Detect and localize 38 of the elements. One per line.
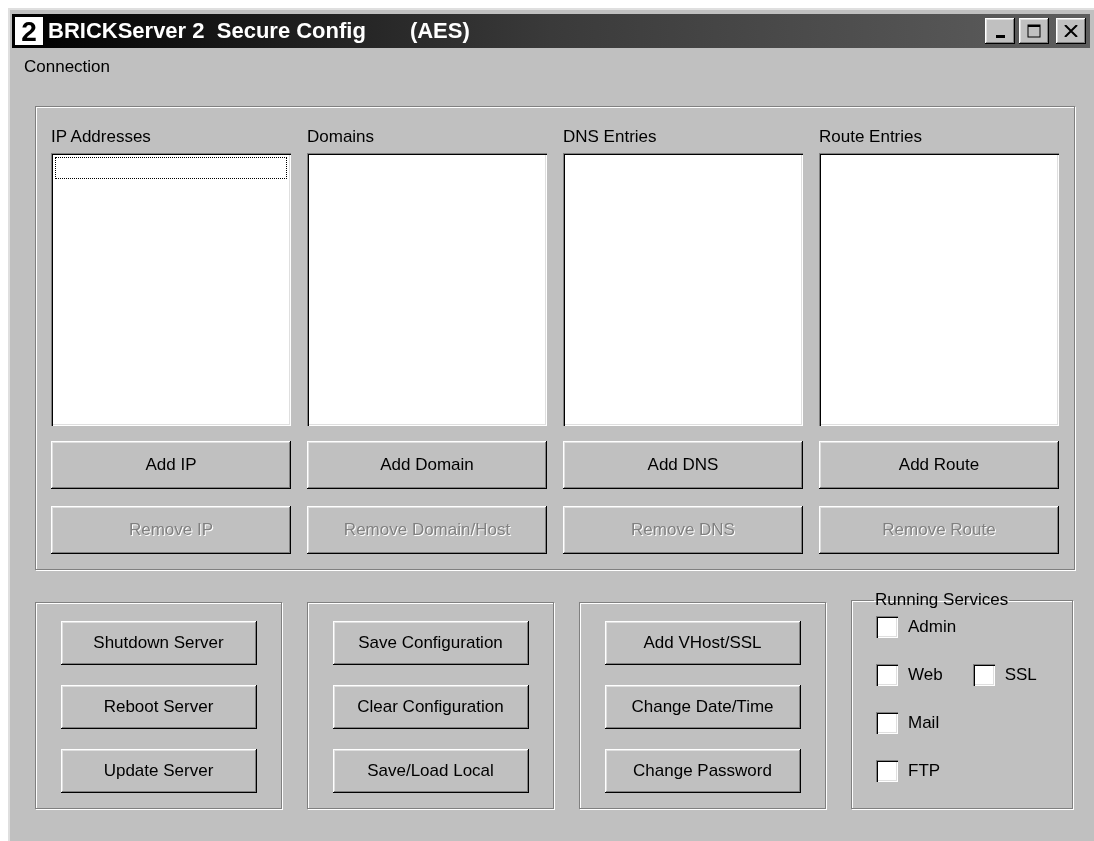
checkbox-label: Mail [908,713,940,733]
add-button[interactable]: Add IP [51,441,291,489]
close-button[interactable] [1056,18,1086,44]
checkbox[interactable] [876,760,898,782]
action-button[interactable]: Reboot Server [60,685,257,729]
checkbox-label: FTP [908,761,941,781]
close-icon [1064,25,1078,37]
list-label: IP Addresses [51,126,152,148]
action-button[interactable]: Shutdown Server [60,621,257,665]
action-button[interactable]: Change Password [604,749,801,793]
maximize-icon [1027,24,1041,38]
minimize-icon [995,34,1005,38]
action-button[interactable]: Change Date/Time [604,685,801,729]
checkbox-label: Web [908,665,943,685]
checkbox-label: Admin [908,617,957,637]
menu-item[interactable]: Connection [24,57,110,77]
action-button[interactable]: Update Server [60,749,257,793]
action-button[interactable]: Clear Configuration [332,685,529,729]
action-button[interactable]: Add VHost/SSL [604,621,801,665]
list-label: Domains [307,126,376,148]
checkbox[interactable] [972,664,995,686]
add-button[interactable]: Add Route [819,441,1059,489]
window-title: BRICKServer 2 Secure Config [48,18,366,44]
add-button[interactable]: Add DNS [563,441,803,489]
maximize-button[interactable] [1019,18,1049,44]
list-label: Route Entries [819,126,923,148]
app-icon: 2 [14,16,44,46]
group-title: Running Services [874,590,1010,610]
minimize-button[interactable] [985,18,1015,44]
action-button[interactable]: Save/Load Local [332,749,529,793]
window-title-suffix: (AES) [409,18,470,44]
list-label: DNS Entries [563,126,658,148]
add-button[interactable]: Add Domain [307,441,547,489]
checkbox[interactable] [876,664,898,686]
action-button[interactable]: Save Configuration [332,621,529,665]
checkbox[interactable] [876,616,898,638]
checkbox-label: SSL [1004,665,1037,685]
checkbox[interactable] [876,712,898,734]
